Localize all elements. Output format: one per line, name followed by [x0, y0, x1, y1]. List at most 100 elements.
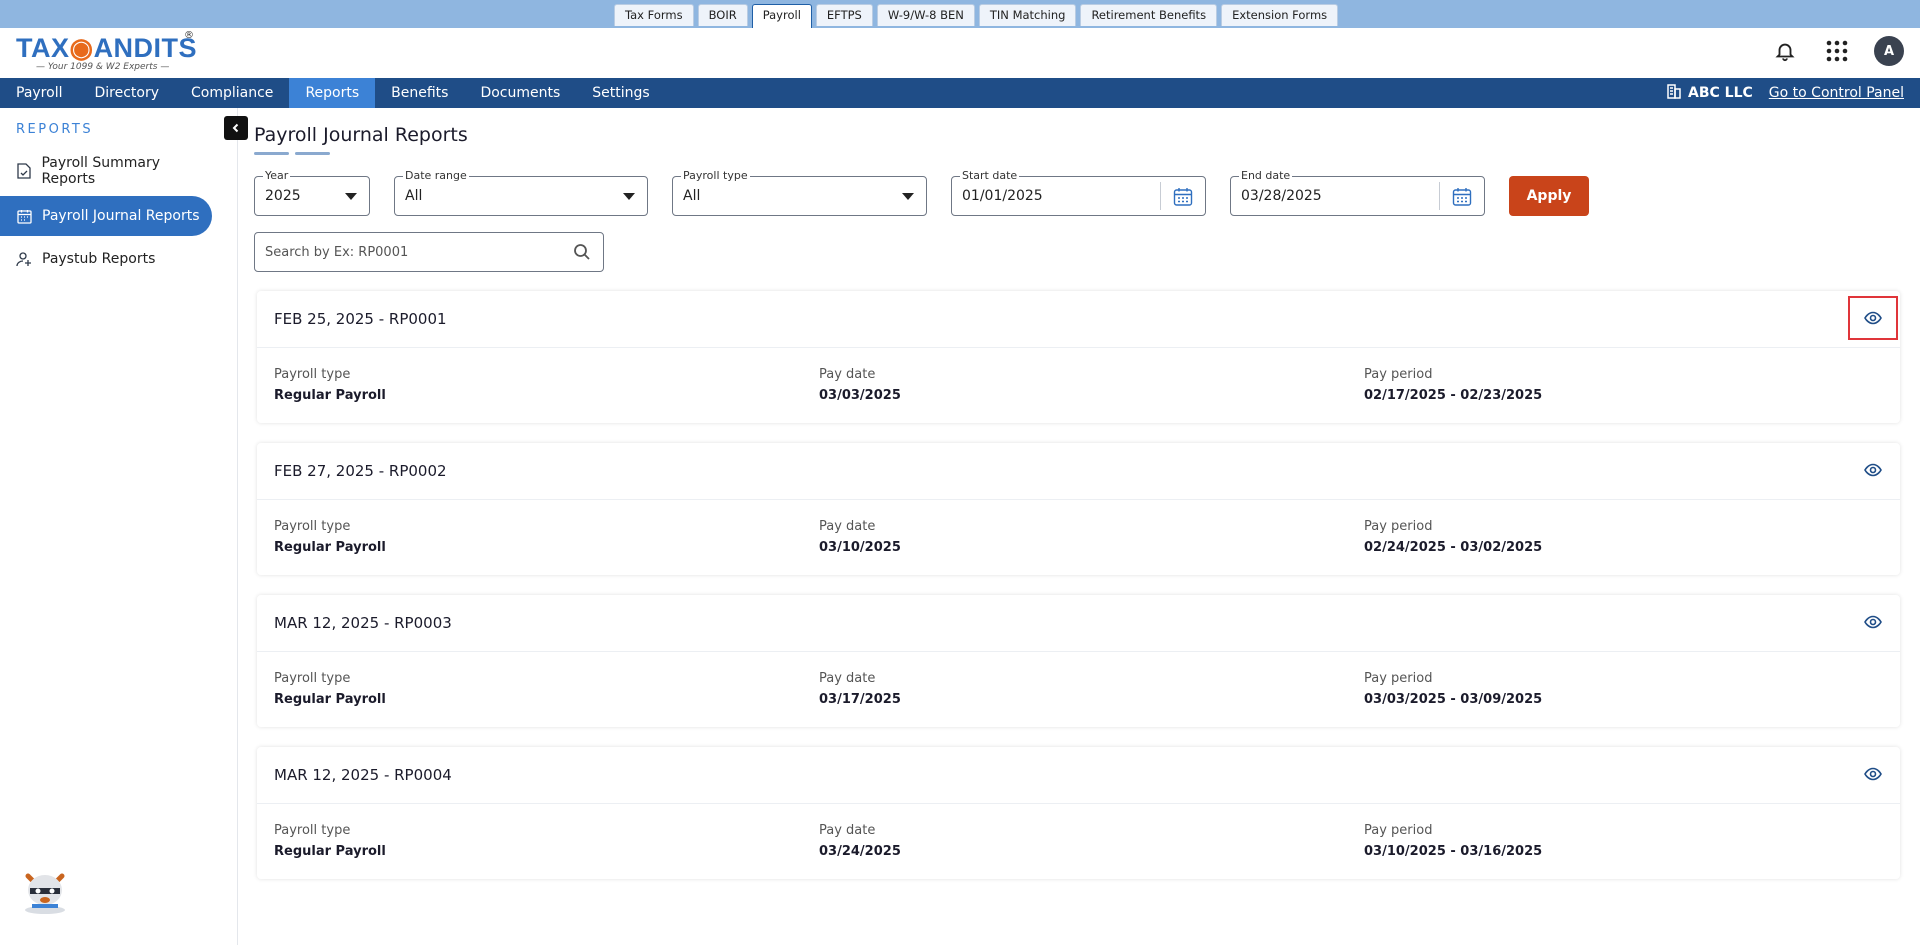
logo-text-right: ANDITS — [93, 33, 198, 63]
report-title: MAR 12, 2025 - RP0003 — [274, 614, 452, 632]
sidebar-collapse-button[interactable] — [224, 116, 248, 140]
apps-grid-icon[interactable] — [1822, 36, 1852, 66]
report-title: FEB 27, 2025 - RP0002 — [274, 462, 447, 480]
calendar-icon — [16, 208, 32, 224]
header-actions: A — [1770, 36, 1904, 66]
report-card: FEB 27, 2025 - RP0002 Payroll type Regul… — [257, 443, 1900, 575]
report-search-input[interactable]: Search by Ex: RP0001 — [254, 232, 604, 272]
report-title: MAR 12, 2025 - RP0004 — [274, 766, 452, 784]
date-range-value: All — [405, 188, 423, 204]
view-report-button[interactable] — [1848, 296, 1898, 340]
pay-date-caption: Pay date — [819, 823, 876, 838]
payroll-type-label: Payroll type — [681, 169, 750, 183]
nav-documents[interactable]: Documents — [464, 78, 576, 108]
payroll-type-column: Payroll type Regular Payroll — [274, 671, 386, 707]
tab-eftps[interactable]: EFTPS — [815, 4, 873, 26]
pay-period-column: Pay period 02/24/2025 - 03/02/2025 — [1364, 519, 1542, 555]
page-title: Payroll Journal Reports — [254, 124, 468, 146]
field-divider — [1439, 182, 1440, 210]
calendar-icon[interactable] — [1173, 187, 1193, 207]
tab-w9-w8-ben[interactable]: W-9/W-8 BEN — [876, 4, 975, 26]
nav-reports[interactable]: Reports — [289, 78, 376, 108]
year-value: 2025 — [265, 188, 301, 204]
payroll-type-select[interactable]: Payroll type All — [672, 169, 927, 216]
tab-tin-matching[interactable]: TIN Matching — [978, 4, 1077, 26]
search-placeholder: Search by Ex: RP0001 — [265, 245, 409, 260]
user-avatar[interactable]: A — [1874, 36, 1904, 66]
payroll-type-caption: Payroll type — [274, 367, 351, 382]
logo-tagline: — Your 1099 & W2 Experts — — [36, 62, 170, 72]
logo-tagline-text: Your 1099 & W2 Experts — [47, 62, 158, 72]
pay-date-text: 03/03/2025 — [819, 388, 901, 403]
pay-period-caption: Pay period — [1364, 823, 1433, 838]
dropdown-caret-icon — [623, 193, 635, 200]
tab-tax-forms[interactable]: Tax Forms — [614, 4, 694, 26]
view-report-button[interactable] — [1848, 752, 1898, 796]
tab-extension-forms[interactable]: Extension Forms — [1221, 4, 1339, 26]
taxbandits-logo[interactable]: TAX◉ANDITS ® — Your 1099 & W2 Experts — — [16, 30, 198, 74]
nav-compliance[interactable]: Compliance — [175, 78, 289, 108]
product-tabs: Tax Forms BOIR Payroll EFTPS W-9/W-8 BEN… — [614, 4, 1339, 28]
tab-retirement-benefits[interactable]: Retirement Benefits — [1080, 4, 1218, 26]
tab-boir[interactable]: BOIR — [697, 4, 748, 26]
payroll-type-column: Payroll type Regular Payroll — [274, 519, 386, 555]
nav-payroll[interactable]: Payroll — [0, 78, 78, 108]
bell-icon[interactable] — [1770, 36, 1800, 66]
calendar-icon[interactable] — [1452, 187, 1472, 207]
pay-date-caption: Pay date — [819, 671, 876, 686]
user-add-icon — [16, 251, 32, 267]
pay-period-column: Pay period 03/03/2025 - 03/09/2025 — [1364, 671, 1542, 707]
apply-button[interactable]: Apply — [1509, 176, 1589, 216]
date-range-select[interactable]: Date range All — [394, 169, 648, 216]
payroll-type-text: Regular Payroll — [274, 388, 386, 403]
nav-settings[interactable]: Settings — [576, 78, 665, 108]
view-report-button[interactable] — [1848, 600, 1898, 644]
payroll-type-column: Payroll type Regular Payroll — [274, 367, 386, 403]
pay-date-text: 03/17/2025 — [819, 692, 901, 707]
company-name: ABC LLC — [1688, 85, 1753, 101]
nav-benefits[interactable]: Benefits — [375, 78, 464, 108]
eye-icon — [1864, 615, 1882, 629]
payroll-type-text: Regular Payroll — [274, 844, 386, 859]
sidebar-item-payroll-summary-reports[interactable]: Payroll Summary Reports — [0, 151, 212, 191]
main-content: Payroll Journal Reports Year 2025 Date r… — [254, 108, 1904, 945]
date-range-label: Date range — [403, 169, 469, 183]
pay-date-column: Pay date 03/24/2025 — [819, 823, 901, 859]
end-date-label: End date — [1239, 169, 1293, 183]
report-card-header: FEB 25, 2025 - RP0001 — [257, 291, 1900, 348]
pay-period-text: 02/24/2025 - 03/02/2025 — [1364, 540, 1543, 555]
year-select[interactable]: Year 2025 — [254, 169, 370, 216]
registered-mark: ® — [184, 30, 194, 41]
view-report-button[interactable] — [1848, 448, 1898, 492]
nav-directory[interactable]: Directory — [78, 78, 175, 108]
main-nav-items: Payroll Directory Compliance Reports Ben… — [0, 78, 1920, 108]
payroll-type-caption: Payroll type — [274, 823, 351, 838]
start-date-label: Start date — [960, 169, 1020, 183]
end-date-field[interactable]: End date 03/28/2025 — [1230, 169, 1485, 216]
control-panel-link[interactable]: Go to Control Panel — [1769, 85, 1904, 101]
search-icon[interactable] — [573, 243, 591, 261]
pay-date-column: Pay date 03/17/2025 — [819, 671, 901, 707]
dropdown-caret-icon — [345, 193, 357, 200]
pay-period-caption: Pay period — [1364, 671, 1433, 686]
report-card: MAR 12, 2025 - RP0003 Payroll type Regul… — [257, 595, 1900, 727]
end-date-value: 03/28/2025 — [1241, 188, 1322, 204]
payroll-type-text: Regular Payroll — [274, 540, 386, 555]
report-card-header: FEB 27, 2025 - RP0002 — [257, 443, 1900, 500]
sidebar-item-label: Paystub Reports — [42, 251, 156, 267]
payroll-type-value: All — [683, 188, 701, 204]
chat-mascot-icon[interactable] — [18, 862, 72, 916]
pay-period-column: Pay period 02/17/2025 - 02/23/2025 — [1364, 367, 1542, 403]
payroll-type-caption: Payroll type — [274, 519, 351, 534]
start-date-field[interactable]: Start date 01/01/2025 — [951, 169, 1206, 216]
logo-text-left: TAX — [16, 33, 70, 63]
start-date-value: 01/01/2025 — [962, 188, 1043, 204]
sidebar-item-payroll-journal-reports[interactable]: Payroll Journal Reports — [0, 196, 212, 236]
tab-payroll[interactable]: Payroll — [751, 4, 812, 28]
pay-period-column: Pay period 03/10/2025 - 03/16/2025 — [1364, 823, 1542, 859]
chevron-left-icon — [232, 123, 239, 133]
report-title: FEB 25, 2025 - RP0001 — [274, 310, 447, 328]
product-tab-bar: Tax Forms BOIR Payroll EFTPS W-9/W-8 BEN… — [0, 0, 1920, 28]
sidebar-item-paystub-reports[interactable]: Paystub Reports — [0, 239, 212, 279]
company-switcher[interactable]: ABC LLC — [1666, 83, 1753, 103]
